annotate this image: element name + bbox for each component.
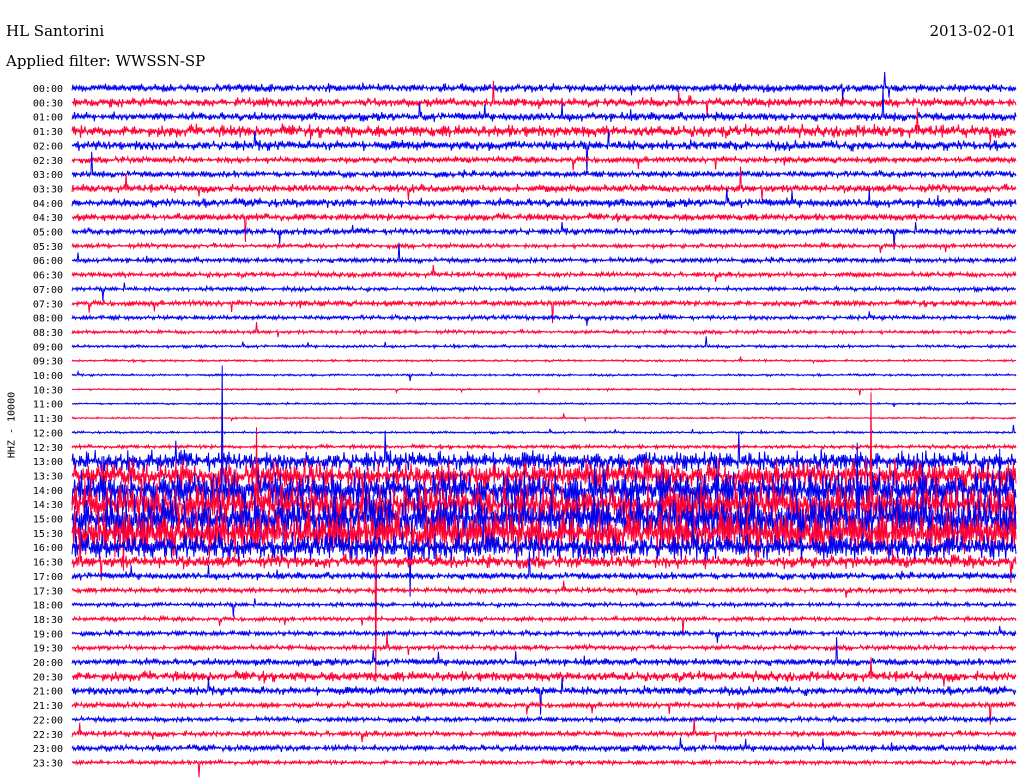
time-tick-1300: 13:00 xyxy=(33,457,63,468)
time-tick-1200: 12:00 xyxy=(33,428,63,439)
trace-0930 xyxy=(71,356,1017,365)
trace-0400 xyxy=(71,188,1017,209)
time-tick-0800: 08:00 xyxy=(33,314,63,325)
time-tick-0900: 09:00 xyxy=(33,342,63,353)
trace-1200 xyxy=(71,424,1017,436)
trace-1530 xyxy=(71,505,1017,682)
time-tick-0230: 02:30 xyxy=(33,156,63,167)
time-tick-1100: 11:00 xyxy=(33,400,63,411)
trace-2200 xyxy=(71,714,1017,725)
time-tick-1730: 17:30 xyxy=(33,586,63,597)
time-tick-2300: 23:00 xyxy=(33,744,63,755)
trace-0230 xyxy=(71,154,1017,171)
trace-2300 xyxy=(71,737,1017,754)
trace-1100 xyxy=(71,400,1017,408)
time-tick-0000: 00:00 xyxy=(33,84,63,95)
trace-1730 xyxy=(71,580,1017,598)
trace-lines xyxy=(71,71,1017,778)
time-tick-0330: 03:30 xyxy=(33,184,63,195)
trace-2100 xyxy=(71,677,1017,715)
trace-0000 xyxy=(71,71,1017,101)
time-tick-0200: 02:00 xyxy=(33,141,63,152)
time-tick-1000: 10:00 xyxy=(33,371,63,382)
time-tick-0600: 06:00 xyxy=(33,256,63,267)
time-tick-1500: 15:00 xyxy=(33,515,63,526)
time-tick-0730: 07:30 xyxy=(33,299,63,310)
time-tick-0930: 09:30 xyxy=(33,357,63,368)
time-tick-2330: 23:30 xyxy=(33,758,63,769)
trace-0900 xyxy=(71,336,1017,350)
time-tick-0400: 04:00 xyxy=(33,199,63,210)
time-tick-1600: 16:00 xyxy=(33,543,63,554)
time-tick-2130: 21:30 xyxy=(33,701,63,712)
trace-1230 xyxy=(71,442,1017,451)
time-tick-2100: 21:00 xyxy=(33,687,63,698)
time-tick-0830: 08:30 xyxy=(33,328,63,339)
time-tick-0700: 07:00 xyxy=(33,285,63,296)
trace-0700 xyxy=(71,282,1017,301)
time-tick-1430: 14:30 xyxy=(33,500,63,511)
trace-2000 xyxy=(71,637,1017,667)
time-tick-1900: 19:00 xyxy=(33,629,63,640)
time-tick-2000: 20:00 xyxy=(33,658,63,669)
time-tick-1530: 15:30 xyxy=(33,529,63,540)
trace-0830 xyxy=(71,321,1017,338)
time-tick-2200: 22:00 xyxy=(33,715,63,726)
trace-1800 xyxy=(71,598,1017,617)
trace-2330 xyxy=(71,757,1017,778)
time-tick-0500: 05:00 xyxy=(33,228,63,239)
time-tick-1130: 11:30 xyxy=(33,414,63,425)
time-tick-0300: 03:00 xyxy=(33,170,63,181)
time-tick-0630: 06:30 xyxy=(33,271,63,282)
time-tick-0530: 05:30 xyxy=(33,242,63,253)
time-tick-1400: 14:00 xyxy=(33,486,63,497)
trace-1130 xyxy=(71,413,1017,423)
trace-0200 xyxy=(71,130,1017,174)
trace-2230 xyxy=(71,717,1017,743)
time-tick-2030: 20:30 xyxy=(33,672,63,683)
time-tick-1030: 10:30 xyxy=(33,385,63,396)
trace-0430 xyxy=(71,212,1017,243)
trace-0300 xyxy=(71,151,1017,180)
time-tick-0430: 04:30 xyxy=(33,213,63,224)
trace-0800 xyxy=(71,311,1017,326)
trace-0530 xyxy=(71,241,1017,253)
trace-0630 xyxy=(71,264,1017,282)
time-tick-1700: 17:00 xyxy=(33,572,63,583)
time-tick-labels: 00:00 00:30 01:00 01:30 02:00 02:30 03:00 03:30… xyxy=(33,84,63,769)
time-tick-1930: 19:30 xyxy=(33,644,63,655)
time-tick-1330: 13:30 xyxy=(33,471,63,482)
time-tick-0100: 01:00 xyxy=(33,113,63,124)
trace-1030 xyxy=(71,387,1017,396)
trace-1900 xyxy=(71,625,1017,643)
time-tick-0030: 00:30 xyxy=(33,98,63,109)
time-tick-1800: 18:00 xyxy=(33,601,63,612)
seismogram-plot: 00:00 00:30 01:00 01:30 02:00 02:30 03:00 03:30… xyxy=(33,71,1017,778)
trace-2130 xyxy=(71,700,1017,725)
time-tick-1230: 12:30 xyxy=(33,443,63,454)
time-tick-0130: 01:30 xyxy=(33,127,63,138)
time-tick-1630: 16:30 xyxy=(33,558,63,569)
time-tick-2230: 22:30 xyxy=(33,730,63,741)
trace-0330 xyxy=(71,166,1017,201)
trace-1930 xyxy=(71,633,1017,656)
time-tick-1830: 18:30 xyxy=(33,615,63,626)
trace-1000 xyxy=(71,369,1017,382)
